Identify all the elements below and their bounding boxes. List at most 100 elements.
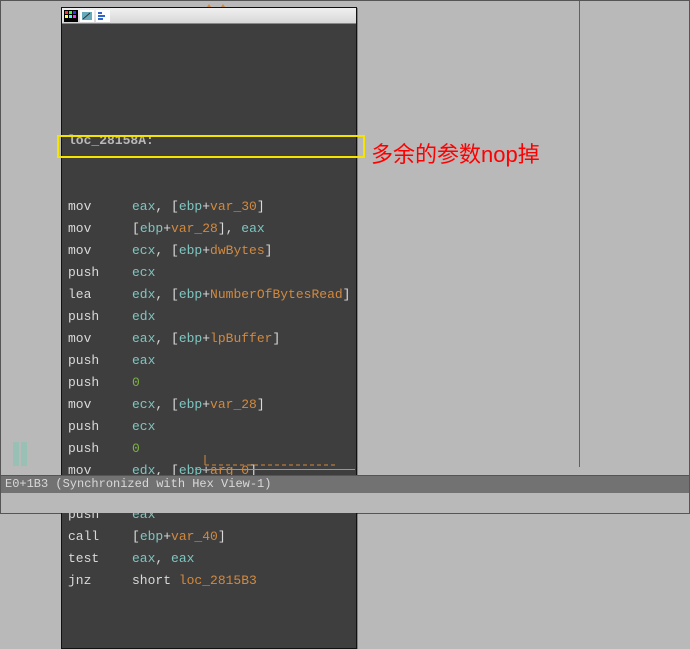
punct: ]: [272, 331, 280, 346]
mnemonic: push: [68, 416, 132, 438]
assembly-icon[interactable]: [96, 10, 110, 22]
asm-line[interactable]: pushecx: [68, 416, 350, 438]
block-titlebar[interactable]: [62, 8, 356, 24]
punct: +: [202, 397, 210, 412]
register: ebp: [179, 397, 202, 412]
punct: ,: [155, 331, 171, 346]
mnemonic: push: [68, 372, 132, 394]
register: ecx: [132, 265, 155, 280]
register: ebp: [179, 331, 202, 346]
register: ebp: [140, 221, 163, 236]
asm-line[interactable]: moveax, [ebp+var_30]: [68, 196, 350, 218]
register: ebp: [179, 199, 202, 214]
punct: [: [171, 287, 179, 302]
register: eax: [132, 551, 155, 566]
punct: [: [171, 199, 179, 214]
register: edx: [132, 309, 155, 324]
decorative-bars: [13, 442, 57, 466]
edit-icon[interactable]: [80, 10, 94, 22]
register: eax: [132, 199, 155, 214]
symbol: dwBytes: [210, 243, 265, 258]
guide-line: [579, 1, 580, 467]
register: ebp: [179, 287, 202, 302]
symbol: NumberOfBytesRead: [210, 287, 343, 302]
symbol: lpBuffer: [210, 331, 272, 346]
punct: ,: [155, 243, 171, 258]
asm-line[interactable]: movecx, [ebp+dwBytes]: [68, 240, 350, 262]
mnemonic: jnz: [68, 570, 132, 592]
asm-line[interactable]: testeax, eax: [68, 548, 350, 570]
register: ecx: [132, 397, 155, 412]
mnemonic: mov: [68, 328, 132, 350]
symbol: var_28: [210, 397, 257, 412]
punct: ,: [155, 397, 171, 412]
punct: +: [163, 529, 171, 544]
punct: ]: [265, 243, 273, 258]
register: eax: [171, 551, 194, 566]
punct: [: [132, 221, 140, 236]
asm-line[interactable]: push0: [68, 372, 350, 394]
immediate: 0: [132, 441, 140, 456]
immediate: 0: [132, 375, 140, 390]
punct: ]: [218, 529, 226, 544]
punct: ,: [155, 199, 171, 214]
symbol: loc_2815B3: [179, 573, 257, 588]
disassembly-body[interactable]: loc_28158A: moveax, [ebp+var_30]mov[ebp+…: [62, 24, 356, 648]
symbol: var_28: [171, 221, 218, 236]
mnemonic: mov: [68, 394, 132, 416]
punct: ,: [155, 551, 171, 566]
mnemonic: mov: [68, 196, 132, 218]
punct: [: [171, 397, 179, 412]
punct: [: [171, 243, 179, 258]
bottom-gap: [1, 493, 689, 513]
punct: +: [163, 221, 171, 236]
outgoing-edge: [195, 455, 355, 475]
register: eax: [132, 353, 155, 368]
punct: ,: [226, 221, 242, 236]
asm-line[interactable]: leaedx, [ebp+NumberOfBytesRead]: [68, 284, 350, 306]
asm-line[interactable]: movecx, [ebp+var_28]: [68, 394, 350, 416]
punct: short: [132, 573, 179, 588]
palette-icon[interactable]: [64, 10, 78, 22]
register: eax: [132, 331, 155, 346]
status-text: E0+1B3 (Synchronized with Hex View-1): [5, 477, 271, 491]
asm-line[interactable]: jnzshort loc_2815B3: [68, 570, 350, 592]
punct: [: [132, 529, 140, 544]
register: edx: [132, 287, 155, 302]
asm-line[interactable]: pushedx: [68, 306, 350, 328]
asm-line[interactable]: pushecx: [68, 262, 350, 284]
mnemonic: push: [68, 306, 132, 328]
punct: [: [171, 331, 179, 346]
register: ebp: [140, 529, 163, 544]
asm-line[interactable]: moveax, [ebp+lpBuffer]: [68, 328, 350, 350]
punct: ]: [257, 397, 265, 412]
mnemonic: push: [68, 262, 132, 284]
mnemonic: call: [68, 526, 132, 548]
register: eax: [241, 221, 264, 236]
mnemonic: test: [68, 548, 132, 570]
symbol: var_30: [210, 199, 257, 214]
annotation-text: 多余的参数nop掉: [371, 137, 540, 169]
punct: ,: [155, 287, 171, 302]
mnemonic: push: [68, 350, 132, 372]
code-block-panel: loc_28158A: moveax, [ebp+var_30]mov[ebp+…: [61, 7, 357, 649]
symbol: var_40: [171, 529, 218, 544]
punct: ]: [257, 199, 265, 214]
status-bar: E0+1B3 (Synchronized with Hex View-1): [1, 475, 689, 493]
punct: +: [202, 331, 210, 346]
register: ecx: [132, 419, 155, 434]
mnemonic: mov: [68, 218, 132, 240]
block-label: loc_28158A:: [68, 130, 350, 152]
punct: ]: [218, 221, 226, 236]
asm-line[interactable]: pusheax: [68, 350, 350, 372]
register: ecx: [132, 243, 155, 258]
punct: +: [202, 243, 210, 258]
mnemonic: push: [68, 438, 132, 460]
register: ebp: [179, 243, 202, 258]
asm-line[interactable]: mov[ebp+var_28], eax: [68, 218, 350, 240]
mnemonic: mov: [68, 240, 132, 262]
asm-line[interactable]: call[ebp+var_40]: [68, 526, 350, 548]
punct: ]: [343, 287, 351, 302]
mnemonic: lea: [68, 284, 132, 306]
punct: +: [202, 287, 210, 302]
